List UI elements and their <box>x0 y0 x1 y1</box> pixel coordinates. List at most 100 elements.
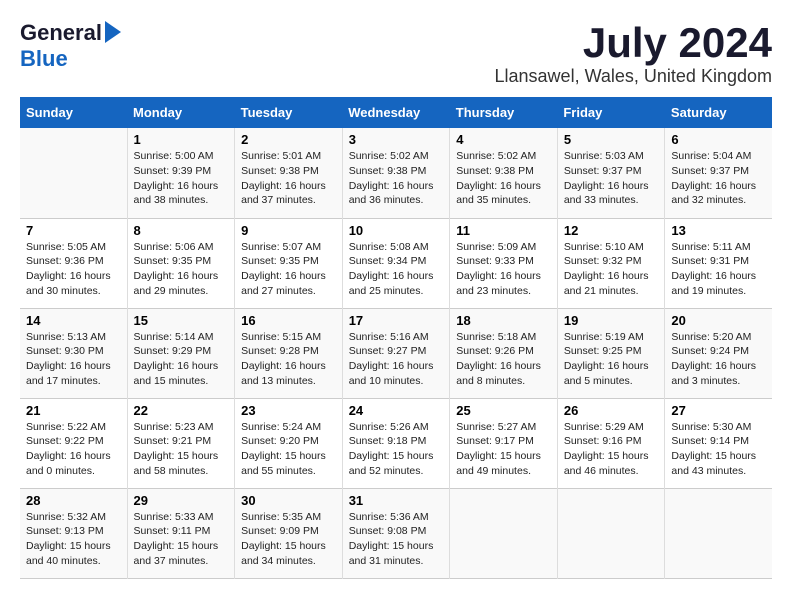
logo-general-text: General <box>20 20 102 46</box>
day-info: Sunrise: 5:16 AMSunset: 9:27 PMDaylight:… <box>349 330 444 389</box>
day-info: Sunrise: 5:00 AMSunset: 9:39 PMDaylight:… <box>134 149 229 208</box>
header-day-friday: Friday <box>557 97 665 128</box>
calendar-cell: 13 Sunrise: 5:11 AMSunset: 9:31 PMDayligh… <box>665 218 772 308</box>
calendar-body: 1Sunrise: 5:00 AMSunset: 9:39 PMDaylight… <box>20 128 772 578</box>
calendar-cell: 14 Sunrise: 5:13 AMSunset: 9:30 PMDayligh… <box>20 308 127 398</box>
header-day-monday: Monday <box>127 97 235 128</box>
day-info: Sunrise: 5:08 AMSunset: 9:34 PMDaylight:… <box>349 240 444 299</box>
day-number: 6 <box>671 132 766 147</box>
calendar-cell: 24 Sunrise: 5:26 AMSunset: 9:18 PMDayligh… <box>342 398 450 488</box>
week-row-4: 21 Sunrise: 5:22 AMSunset: 9:22 PMDayligh… <box>20 398 772 488</box>
day-info: Sunrise: 5:32 AMSunset: 9:13 PMDaylight:… <box>26 510 121 569</box>
day-number: 15 <box>134 313 229 328</box>
day-number: 2 <box>241 132 336 147</box>
day-number: 7 <box>26 223 121 238</box>
week-row-3: 14 Sunrise: 5:13 AMSunset: 9:30 PMDayligh… <box>20 308 772 398</box>
day-info: Sunrise: 5:19 AMSunset: 9:25 PMDaylight:… <box>564 330 659 389</box>
day-info: Sunrise: 5:36 AMSunset: 9:08 PMDaylight:… <box>349 510 444 569</box>
calendar-cell: 15Sunrise: 5:14 AMSunset: 9:29 PMDayligh… <box>127 308 235 398</box>
day-info: Sunrise: 5:07 AMSunset: 9:35 PMDaylight:… <box>241 240 336 299</box>
day-info: Sunrise: 5:27 AMSunset: 9:17 PMDaylight:… <box>456 420 551 479</box>
day-info: Sunrise: 5:13 AMSunset: 9:30 PMDaylight:… <box>26 330 121 389</box>
week-row-1: 1Sunrise: 5:00 AMSunset: 9:39 PMDaylight… <box>20 128 772 218</box>
day-number: 28 <box>26 493 121 508</box>
calendar-cell: 12 Sunrise: 5:10 AMSunset: 9:32 PMDayligh… <box>557 218 665 308</box>
location-subtitle: Llansawel, Wales, United Kingdom <box>495 66 772 87</box>
day-number: 13 <box>671 223 766 238</box>
day-number: 22 <box>134 403 229 418</box>
calendar-cell: 16 Sunrise: 5:15 AMSunset: 9:28 PMDayligh… <box>235 308 343 398</box>
day-number: 23 <box>241 403 336 418</box>
calendar-cell: 23 Sunrise: 5:24 AMSunset: 9:20 PMDayligh… <box>235 398 343 488</box>
calendar-cell: 5 Sunrise: 5:03 AMSunset: 9:37 PMDaylight… <box>557 128 665 218</box>
day-info: Sunrise: 5:33 AMSunset: 9:11 PMDaylight:… <box>134 510 229 569</box>
day-number: 3 <box>349 132 444 147</box>
calendar-cell: 10Sunrise: 5:08 AMSunset: 9:34 PMDayligh… <box>342 218 450 308</box>
calendar-cell: 29 Sunrise: 5:33 AMSunset: 9:11 PMDayligh… <box>127 488 235 578</box>
day-number: 27 <box>671 403 766 418</box>
day-info: Sunrise: 5:24 AMSunset: 9:20 PMDaylight:… <box>241 420 336 479</box>
day-info: Sunrise: 5:01 AMSunset: 9:38 PMDaylight:… <box>241 149 336 208</box>
calendar-cell: 3 Sunrise: 5:02 AMSunset: 9:38 PMDaylight… <box>342 128 450 218</box>
logo-blue-text: Blue <box>20 46 68 72</box>
day-number: 21 <box>26 403 121 418</box>
title-area: July 2024 Llansawel, Wales, United Kingd… <box>495 20 772 87</box>
day-info: Sunrise: 5:11 AMSunset: 9:31 PMDaylight:… <box>671 240 766 299</box>
calendar-header: SundayMondayTuesdayWednesdayThursdayFrid… <box>20 97 772 128</box>
day-number: 5 <box>564 132 659 147</box>
day-number: 16 <box>241 313 336 328</box>
day-info: Sunrise: 5:02 AMSunset: 9:38 PMDaylight:… <box>349 149 444 208</box>
calendar-cell: 18Sunrise: 5:18 AMSunset: 9:26 PMDayligh… <box>450 308 558 398</box>
day-info: Sunrise: 5:22 AMSunset: 9:22 PMDaylight:… <box>26 420 121 479</box>
calendar-cell <box>557 488 665 578</box>
day-info: Sunrise: 5:15 AMSunset: 9:28 PMDaylight:… <box>241 330 336 389</box>
month-title: July 2024 <box>495 20 772 66</box>
calendar-cell: 8Sunrise: 5:06 AMSunset: 9:35 PMDaylight… <box>127 218 235 308</box>
day-number: 17 <box>349 313 444 328</box>
day-number: 19 <box>564 313 659 328</box>
calendar-cell: 25 Sunrise: 5:27 AMSunset: 9:17 PMDayligh… <box>450 398 558 488</box>
calendar-cell: 20Sunrise: 5:20 AMSunset: 9:24 PMDayligh… <box>665 308 772 398</box>
header-row: SundayMondayTuesdayWednesdayThursdayFrid… <box>20 97 772 128</box>
header-day-thursday: Thursday <box>450 97 558 128</box>
day-info: Sunrise: 5:02 AMSunset: 9:38 PMDaylight:… <box>456 149 551 208</box>
logo: General Blue <box>20 20 121 72</box>
calendar-cell: 22 Sunrise: 5:23 AMSunset: 9:21 PMDayligh… <box>127 398 235 488</box>
calendar-cell: 4 Sunrise: 5:02 AMSunset: 9:38 PMDaylight… <box>450 128 558 218</box>
day-number: 12 <box>564 223 659 238</box>
day-number: 9 <box>241 223 336 238</box>
calendar-cell: 1Sunrise: 5:00 AMSunset: 9:39 PMDaylight… <box>127 128 235 218</box>
day-info: Sunrise: 5:23 AMSunset: 9:21 PMDaylight:… <box>134 420 229 479</box>
day-number: 30 <box>241 493 336 508</box>
calendar-table: SundayMondayTuesdayWednesdayThursdayFrid… <box>20 97 772 579</box>
header-day-saturday: Saturday <box>665 97 772 128</box>
day-info: Sunrise: 5:10 AMSunset: 9:32 PMDaylight:… <box>564 240 659 299</box>
calendar-cell: 2 Sunrise: 5:01 AMSunset: 9:38 PMDaylight… <box>235 128 343 218</box>
header-day-wednesday: Wednesday <box>342 97 450 128</box>
calendar-cell: 21 Sunrise: 5:22 AMSunset: 9:22 PMDayligh… <box>20 398 127 488</box>
calendar-cell: 11Sunrise: 5:09 AMSunset: 9:33 PMDayligh… <box>450 218 558 308</box>
week-row-2: 7 Sunrise: 5:05 AMSunset: 9:36 PMDaylight… <box>20 218 772 308</box>
day-info: Sunrise: 5:35 AMSunset: 9:09 PMDaylight:… <box>241 510 336 569</box>
day-number: 14 <box>26 313 121 328</box>
day-number: 31 <box>349 493 444 508</box>
day-info: Sunrise: 5:30 AMSunset: 9:14 PMDaylight:… <box>671 420 766 479</box>
day-info: Sunrise: 5:05 AMSunset: 9:36 PMDaylight:… <box>26 240 121 299</box>
day-number: 26 <box>564 403 659 418</box>
calendar-cell: 19 Sunrise: 5:19 AMSunset: 9:25 PMDayligh… <box>557 308 665 398</box>
day-info: Sunrise: 5:20 AMSunset: 9:24 PMDaylight:… <box>671 330 766 389</box>
day-number: 25 <box>456 403 551 418</box>
day-info: Sunrise: 5:06 AMSunset: 9:35 PMDaylight:… <box>134 240 229 299</box>
day-info: Sunrise: 5:03 AMSunset: 9:37 PMDaylight:… <box>564 149 659 208</box>
day-number: 4 <box>456 132 551 147</box>
calendar-cell <box>450 488 558 578</box>
day-info: Sunrise: 5:26 AMSunset: 9:18 PMDaylight:… <box>349 420 444 479</box>
calendar-cell: 6 Sunrise: 5:04 AMSunset: 9:37 PMDaylight… <box>665 128 772 218</box>
day-number: 24 <box>349 403 444 418</box>
calendar-cell: 27 Sunrise: 5:30 AMSunset: 9:14 PMDayligh… <box>665 398 772 488</box>
day-info: Sunrise: 5:04 AMSunset: 9:37 PMDaylight:… <box>671 149 766 208</box>
calendar-cell: 31 Sunrise: 5:36 AMSunset: 9:08 PMDayligh… <box>342 488 450 578</box>
calendar-cell: 9 Sunrise: 5:07 AMSunset: 9:35 PMDaylight… <box>235 218 343 308</box>
day-number: 29 <box>134 493 229 508</box>
day-number: 11 <box>456 223 551 238</box>
